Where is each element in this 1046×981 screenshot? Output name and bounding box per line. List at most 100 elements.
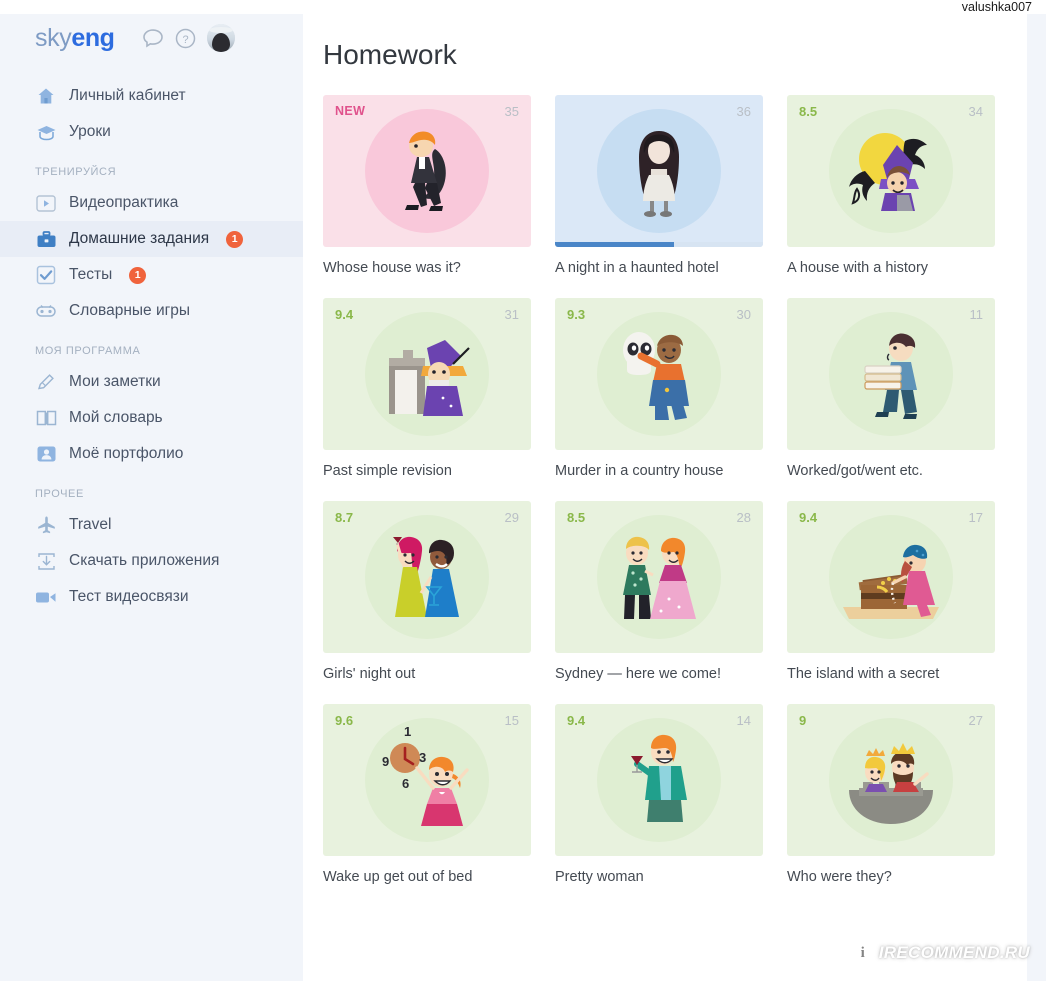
card-count-label: 36 [736, 104, 751, 119]
sidebar-item-label: Словарные игры [69, 302, 191, 319]
card-progress-fill [555, 242, 674, 247]
sidebar-item-label: Домашние задания [69, 230, 210, 247]
card-count-label: 31 [504, 307, 519, 323]
svg-text:3: 3 [419, 750, 426, 765]
brand-row: skyeng ? [0, 14, 303, 62]
homework-card[interactable]: 8.7 29 Girls' night out [323, 501, 531, 683]
card-thumbnail[interactable]: 9 27 [787, 704, 995, 857]
card-thumbnail[interactable]: 1 3 6 9 9.6 15 [323, 704, 531, 857]
home-icon [35, 85, 57, 107]
card-title: Wake up get out of bed [323, 869, 473, 886]
sidebar-item-label: Мой словарь [69, 409, 163, 426]
sidebar-nav: Личный кабинет Уроки ТРЕНИРУЙСЯ Видеопра… [0, 78, 303, 615]
homework-card[interactable]: NEW 35 Whose house was it? [323, 95, 531, 277]
card-thumbnail[interactable]: 36 [555, 95, 763, 247]
nav-group-my-program: МОЯ ПРОГРАММА Мои заметки Мой словарь Мо… [0, 329, 303, 472]
card-new-badge: NEW [335, 104, 366, 118]
homework-card[interactable]: 9.4 17 The island with a secret [787, 501, 995, 683]
card-score-badge: 9.3 [567, 307, 586, 323]
homework-card[interactable]: 8.5 28 Sydney — here we come! [555, 501, 763, 683]
nav-group-main: Личный кабинет Уроки [0, 78, 303, 150]
card-illustration-girl-with-alarm-clock: 1 3 6 9 [365, 718, 489, 843]
card-title: Sydney — here we come! [555, 666, 722, 683]
sidebar-item-tests[interactable]: Тесты 1 [0, 257, 303, 293]
card-count-label: 14 [736, 713, 751, 729]
card-title: A night in a haunted hotel [555, 260, 719, 276]
card-thumbnail[interactable]: NEW 35 [323, 95, 531, 247]
card-count-label: 29 [504, 510, 519, 526]
watermark-text: IRECOMMEND.RU [878, 943, 1030, 962]
card-thumbnail[interactable]: 8.5 28 [555, 501, 763, 654]
card-illustration-wizard-at-castle-tower [365, 312, 489, 437]
card-illustration-witch-with-bats-and-moon [829, 109, 953, 233]
card-thumbnail[interactable]: 8.5 34 [787, 95, 995, 247]
card-count-label: 27 [968, 713, 983, 729]
sidebar-item-my-dictionary[interactable]: Мой словарь [0, 400, 303, 436]
homework-card[interactable]: 8.5 34 A house with a history [787, 95, 995, 277]
card-progress-bar [555, 242, 763, 247]
watermark: i IRECOMMEND.RU [850, 941, 1030, 965]
logo-text-bold: eng [71, 23, 115, 52]
card-thumbnail[interactable]: 11 [787, 298, 995, 451]
svg-text:9: 9 [382, 754, 389, 769]
card-title: A house with a history [787, 260, 929, 276]
sidebar-item-video-call-test[interactable]: Тест видеосвязи [0, 579, 303, 615]
svg-text:6: 6 [402, 776, 409, 791]
sidebar-item-label: Уроки [69, 123, 111, 140]
portfolio-person-icon [35, 443, 57, 465]
sidebar-item-vocabulary-games[interactable]: Словарные игры [0, 293, 303, 329]
homework-card[interactable]: 9.4 14 Pretty woman [555, 704, 763, 886]
briefcase-icon [35, 228, 57, 250]
sidebar-item-homework[interactable]: Домашние задания 1 [0, 221, 303, 257]
card-thumbnail[interactable]: 9.4 14 [555, 704, 763, 857]
homework-card[interactable]: 1 3 6 9 9.6 15 Wake up get out of bed [323, 704, 531, 886]
card-title: Murder in a country house [555, 463, 724, 480]
card-count-label: 30 [736, 307, 751, 323]
sidebar-item-download-apps[interactable]: Скачать приложения [0, 543, 303, 579]
sidebar-item-my-notes[interactable]: Мои заметки [0, 364, 303, 400]
video-camera-icon [35, 586, 57, 608]
card-score-badge: 8.5 [799, 104, 818, 119]
user-avatar[interactable] [206, 24, 235, 52]
card-thumbnail[interactable]: 9.4 31 [323, 298, 531, 451]
card-count-label: 34 [968, 104, 983, 119]
card-illustration-woman-with-wine-glass [597, 718, 721, 843]
checkbox-icon [35, 264, 57, 286]
play-button-icon [35, 192, 57, 214]
skyeng-logo[interactable]: skyeng [35, 24, 115, 53]
graduation-cap-icon [35, 121, 57, 143]
card-thumbnail[interactable]: 9.3 30 [555, 298, 763, 451]
card-score-badge: 9.4 [567, 713, 586, 729]
card-thumbnail[interactable]: 9.4 17 [787, 501, 995, 654]
card-illustration-pirate-girl-with-treasure-chest [829, 515, 953, 640]
card-illustration-king-and-princess-on-castle [829, 718, 953, 843]
sidebar-item-travel[interactable]: Travel [0, 507, 303, 543]
homework-card[interactable]: 9.3 30 Murder in a country house [555, 298, 763, 480]
card-illustration-girl-with-long-black-hair [597, 109, 721, 233]
chat-bubble-icon[interactable] [142, 28, 164, 48]
sidebar-item-label: Тест видеосвязи [69, 588, 189, 605]
card-illustration-boy-in-cape-running [365, 109, 489, 233]
homework-card[interactable]: 11 Worked/got/went etc. [787, 298, 995, 480]
sidebar-item-label: Мои заметки [69, 373, 161, 390]
svg-text:?: ? [182, 34, 188, 46]
pencil-icon [35, 371, 57, 393]
card-count-label: 17 [968, 510, 983, 526]
brand-icon-group: ? [142, 24, 235, 52]
homework-card[interactable]: 36 A night in a haunted hotel [555, 95, 763, 277]
homework-card[interactable]: 9 27 Who were they? [787, 704, 995, 886]
question-mark-icon[interactable]: ? [175, 28, 196, 49]
card-score-badge: 9 [799, 713, 807, 729]
card-illustration-person-holding-skull [597, 312, 721, 437]
username-label: valushka007 [0, 0, 1046, 14]
card-illustration-couple-and-woman-in-pink-dress [597, 515, 721, 640]
sidebar-item-personal-account[interactable]: Личный кабинет [0, 78, 303, 114]
sidebar: skyeng ? Личный кабинет Уроки ТРЕНИРУЙСЯ… [0, 0, 303, 981]
sidebar-item-my-portfolio[interactable]: Моё портфолио [0, 436, 303, 472]
sidebar-item-video-practice[interactable]: Видеопрактика [0, 185, 303, 221]
card-score-badge: 9.4 [335, 307, 354, 323]
homework-card[interactable]: 9.4 31 Past simple revision [323, 298, 531, 480]
card-thumbnail[interactable]: 8.7 29 [323, 501, 531, 654]
card-title: Who were they? [787, 869, 892, 886]
sidebar-item-lessons[interactable]: Уроки [0, 114, 303, 150]
